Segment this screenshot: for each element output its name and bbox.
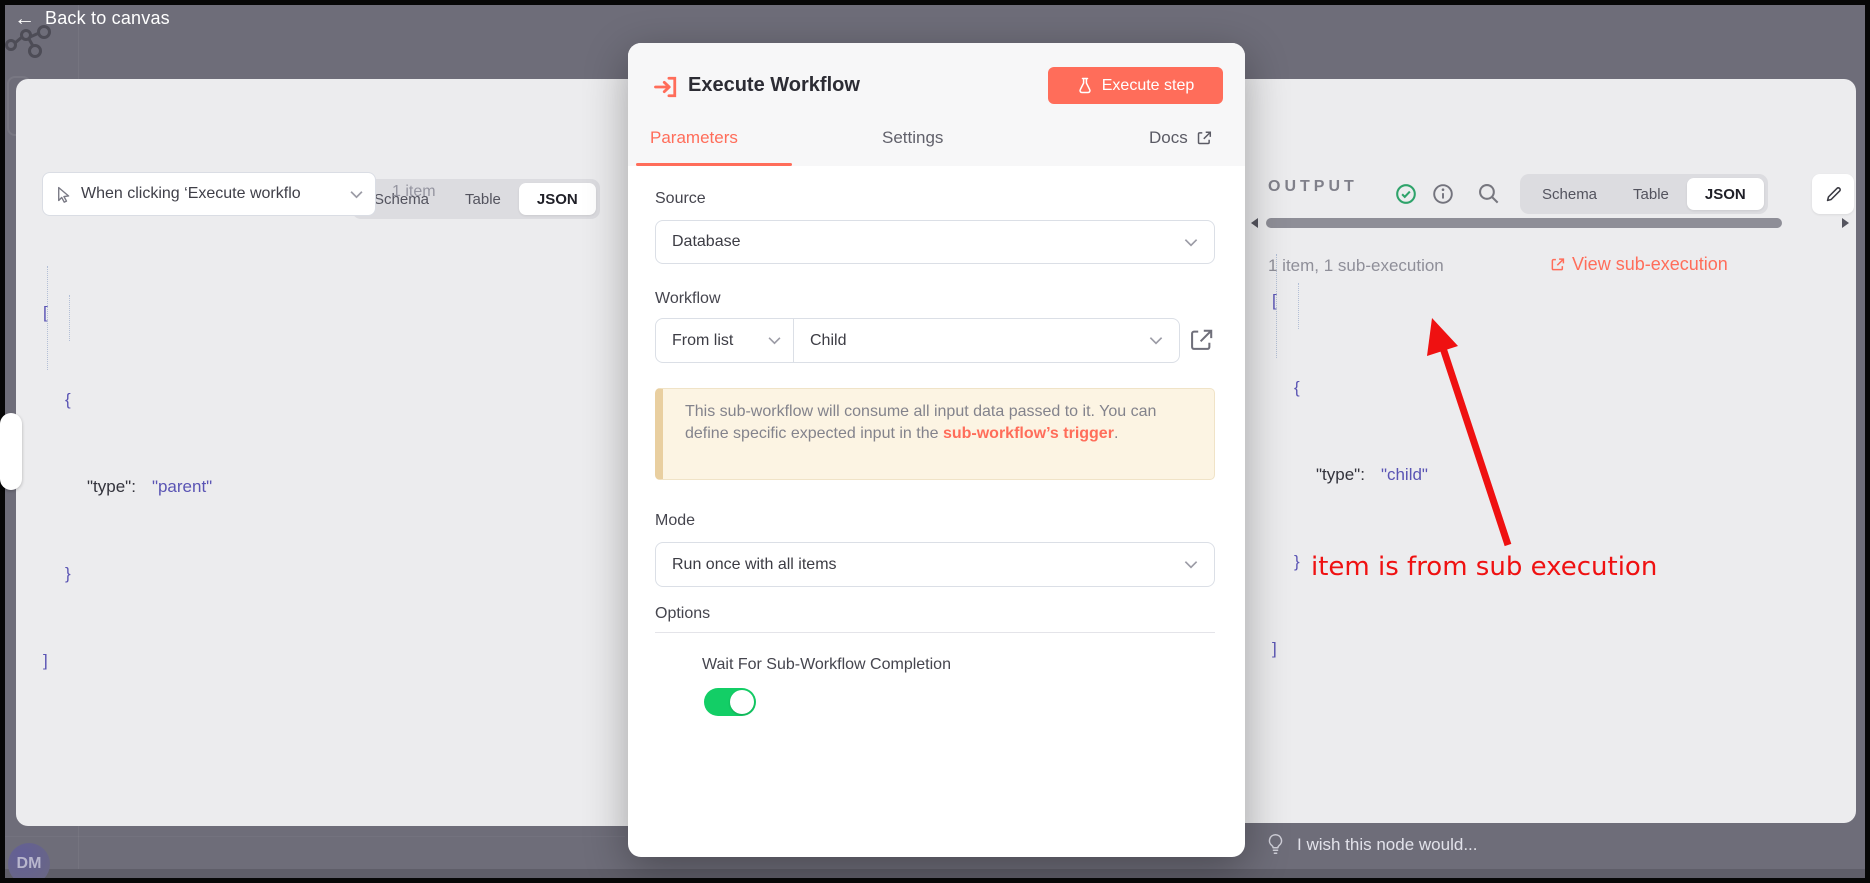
node-feedback-label: I wish this node would...	[1297, 835, 1477, 855]
canvas-grid-line	[78, 823, 79, 869]
input-tab-table[interactable]: Table	[447, 183, 519, 215]
chevron-down-icon	[768, 336, 781, 345]
output-tab-schema[interactable]: Schema	[1524, 178, 1615, 210]
docs-link[interactable]: Docs	[1149, 128, 1212, 148]
n8n-node-detail-view: ← Back to canvas INPUT Schema Table JSON…	[0, 0, 1870, 883]
json-line: "type":"parent"	[43, 472, 212, 501]
annotation-text: item is from sub execution	[1311, 552, 1657, 582]
scroll-left-arrow[interactable]	[1251, 218, 1258, 228]
search-icon[interactable]	[1478, 183, 1500, 205]
output-display-mode-tabs: Schema Table JSON	[1520, 174, 1768, 214]
back-arrow-icon: ←	[14, 8, 35, 29]
panel-resize-handle[interactable]	[0, 413, 22, 490]
json-line: {	[43, 385, 212, 414]
mode-label: Mode	[655, 512, 695, 530]
output-tab-json[interactable]: JSON	[1687, 178, 1764, 210]
options-section-label: Options	[655, 605, 710, 623]
json-line: "type":"child"	[1272, 460, 1428, 489]
execute-step-button[interactable]: Execute step	[1048, 67, 1223, 104]
execute-step-label: Execute step	[1102, 77, 1195, 95]
input-tab-json[interactable]: JSON	[519, 183, 596, 215]
sub-workflow-trigger-link[interactable]: sub-workflow’s trigger	[943, 425, 1114, 442]
canvas-bottom-strip	[5, 869, 1865, 878]
canvas-grid-line	[5, 836, 625, 837]
screen-frame	[0, 0, 1870, 5]
input-panel: INPUT Schema Table JSON When clicking ‘E…	[16, 79, 628, 826]
chevron-down-icon	[1149, 336, 1163, 345]
info-icon[interactable]	[1432, 183, 1454, 205]
lightbulb-icon	[1266, 833, 1285, 856]
chevron-down-icon	[1184, 560, 1198, 569]
user-avatar[interactable]: DM	[8, 843, 50, 883]
workflow-value: Child	[810, 332, 846, 350]
back-label: Back to canvas	[45, 8, 170, 29]
wait-for-completion-toggle[interactable]	[704, 688, 756, 716]
workflow-value-select[interactable]: Child	[794, 319, 1179, 362]
back-to-canvas-button[interactable]: ← Back to canvas	[14, 8, 170, 29]
json-indent-guide	[1276, 254, 1277, 358]
tab-settings[interactable]: Settings	[882, 128, 943, 148]
json-line: }	[43, 559, 212, 588]
external-link-icon	[1196, 130, 1212, 146]
json-line: {	[1272, 373, 1428, 402]
chevron-down-icon	[350, 190, 363, 199]
workflow-mode-value: From list	[672, 332, 733, 350]
output-panel: OUTPUT Schema Table JSON 1 item, 1 sub-	[1245, 79, 1856, 823]
workflow-mode-select[interactable]: From list	[656, 319, 794, 362]
chevron-down-icon	[1184, 238, 1198, 247]
node-feedback-button[interactable]: I wish this node would...	[1266, 833, 1477, 856]
scroll-right-arrow[interactable]	[1842, 218, 1849, 228]
tab-parameters[interactable]: Parameters	[650, 128, 738, 148]
input-node-selector[interactable]: When clicking ‘Execute workflo	[42, 172, 376, 216]
input-display-mode-tabs: Schema Table JSON	[352, 179, 600, 219]
docs-label: Docs	[1149, 128, 1188, 148]
source-label: Source	[655, 190, 706, 208]
mode-value: Run once with all items	[672, 556, 837, 574]
execute-workflow-modal: Execute Workflow Execute step Parameters…	[628, 43, 1245, 857]
workflow-label: Workflow	[655, 290, 721, 308]
flask-icon	[1077, 77, 1093, 94]
screen-frame	[0, 878, 1870, 883]
input-node-selector-value: When clicking ‘Execute workflo	[81, 185, 341, 203]
wait-option-label: Wait For Sub-Workflow Completion	[702, 656, 951, 674]
source-select[interactable]: Database	[655, 220, 1215, 264]
json-indent-guide	[69, 295, 70, 341]
output-panel-title: OUTPUT	[1268, 178, 1358, 196]
source-value: Database	[672, 233, 741, 251]
execute-workflow-node-icon	[652, 73, 680, 101]
json-line: ]	[43, 646, 212, 675]
workflow-select-group: From list Child	[655, 318, 1180, 363]
options-divider	[655, 632, 1215, 633]
json-line: ]	[1272, 634, 1428, 663]
modal-header: Execute Workflow Execute step Parameters…	[628, 43, 1245, 166]
json-indent-guide	[1298, 283, 1299, 329]
edit-output-button[interactable]	[1812, 174, 1854, 214]
active-tab-underline	[636, 163, 792, 166]
json-line: [	[1272, 286, 1428, 315]
output-tab-table[interactable]: Table	[1615, 178, 1687, 210]
external-link-icon	[1550, 257, 1565, 272]
view-sub-execution-label: View sub-execution	[1572, 254, 1728, 275]
open-workflow-icon[interactable]	[1188, 327, 1214, 353]
modal-title: Execute Workflow	[688, 74, 860, 97]
success-check-icon	[1395, 183, 1417, 205]
json-indent-guide	[47, 266, 48, 370]
view-sub-execution-link[interactable]: View sub-execution	[1550, 254, 1728, 275]
toggle-knob	[730, 690, 754, 714]
input-items-count: 1 item	[392, 183, 436, 201]
horizontal-scrollbar[interactable]	[1266, 218, 1782, 228]
output-json-view: [ { "type":"child" } ]	[1272, 228, 1428, 721]
screen-frame	[1865, 0, 1870, 883]
notice-suffix: .	[1114, 425, 1118, 442]
sub-workflow-notice: This sub-workflow will consume all input…	[655, 388, 1215, 480]
mode-select[interactable]: Run once with all items	[655, 542, 1215, 587]
pencil-icon	[1824, 185, 1843, 204]
cursor-icon	[55, 186, 72, 203]
